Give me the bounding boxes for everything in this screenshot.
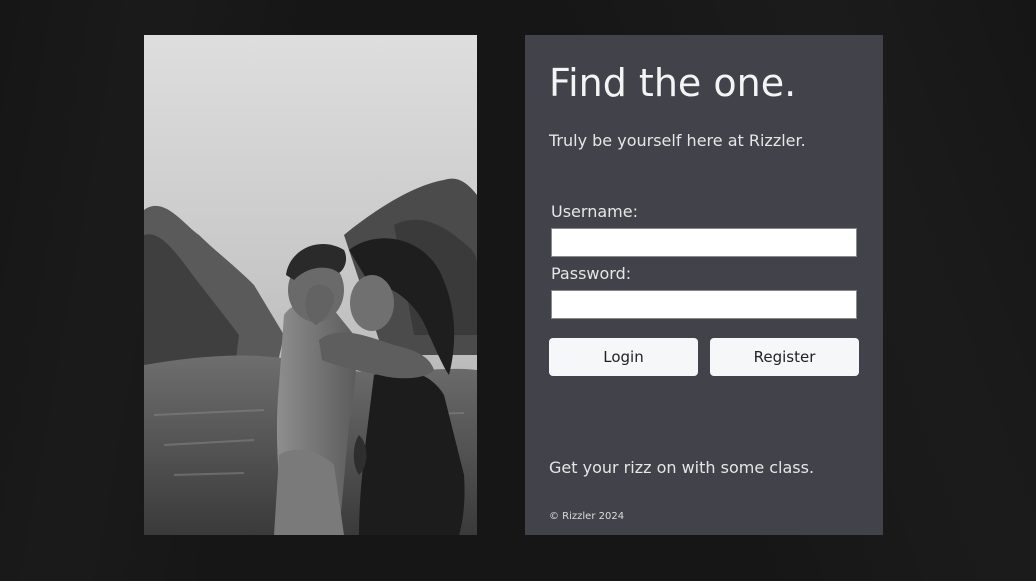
tagline: Truly be yourself here at Rizzler.	[549, 131, 806, 150]
slogan: Get your rizz on with some class.	[549, 458, 815, 477]
login-button[interactable]: Login	[549, 338, 698, 376]
register-button[interactable]: Register	[710, 338, 859, 376]
page-title: Find the one.	[549, 61, 797, 105]
username-label: Username:	[551, 202, 638, 221]
password-label: Password:	[551, 264, 632, 283]
username-input[interactable]	[551, 228, 857, 257]
couple-photo-illustration	[144, 35, 477, 535]
copyright-notice: © Rizzler 2024	[549, 511, 625, 522]
login-panel: Find the one. Truly be yourself here at …	[525, 35, 883, 535]
hero-photo	[144, 35, 477, 535]
password-input[interactable]	[551, 290, 857, 319]
